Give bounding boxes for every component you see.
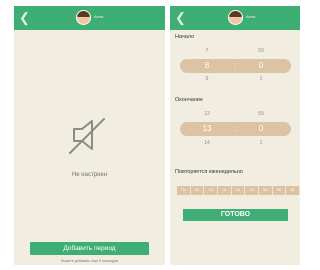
repeat-label: Повторяется еженедельно — [175, 169, 243, 175]
day-toggle[interactable]: Вт — [190, 186, 205, 195]
note-text-before: Можете добавить еще — [60, 259, 100, 263]
start-minute-next[interactable]: 1 — [251, 76, 271, 82]
day-toggle[interactable]: Вт — [286, 186, 300, 195]
end-minute-next[interactable]: 1 — [251, 140, 271, 146]
muted-bell-icon — [69, 118, 105, 154]
end-time-picker[interactable]: 13 : 0 — [180, 122, 291, 136]
back-arrow-icon[interactable]: ❮ — [175, 9, 186, 27]
day-toggle[interactable]: Чт — [218, 186, 232, 195]
edit-period-screen: ❮ Анна Начало 7 59 8 : 0 9 1 Окончание 1… — [170, 6, 300, 265]
day-toggle[interactable]: Ср — [204, 186, 219, 195]
header-username: Анна — [246, 14, 256, 19]
day-toggle[interactable]: Пт — [231, 186, 246, 195]
end-hour-next[interactable]: 14 — [197, 140, 217, 146]
end-minute-prev[interactable]: 59 — [251, 111, 271, 117]
end-minute-value[interactable]: 0 — [251, 122, 271, 136]
note-text-after: периодов — [101, 259, 119, 263]
header-bar: ❮ Анна — [170, 6, 300, 30]
day-toggle[interactable]: Пн — [272, 186, 287, 195]
end-hour-value[interactable]: 13 — [197, 122, 217, 136]
end-label: Окончание — [175, 97, 203, 103]
day-toggle[interactable]: Пн — [177, 186, 191, 195]
add-period-button[interactable]: Добавить период — [30, 242, 149, 255]
avatar[interactable] — [228, 10, 243, 25]
day-toggle[interactable]: Сб — [245, 186, 260, 195]
empty-state-text: Не настроен — [71, 172, 108, 178]
start-hour-value[interactable]: 8 — [197, 59, 217, 73]
start-hour-next[interactable]: 9 — [197, 76, 217, 82]
remaining-periods-note: Можете добавить еще 5 периодов — [14, 259, 165, 263]
header-username: Анна — [94, 14, 104, 19]
avatar[interactable] — [76, 10, 91, 25]
start-time-picker[interactable]: 8 : 0 — [180, 59, 291, 73]
empty-schedule-screen: ❮ Анна Не настроен Добавить период Может… — [14, 6, 165, 265]
weekday-selector: Пн Вт Ср Чт Пт Сб Вс Пн Вт — [177, 186, 300, 195]
header-bar: ❮ Анна — [14, 6, 165, 30]
start-time-separator: : — [233, 61, 237, 70]
start-hour-prev[interactable]: 7 — [197, 48, 217, 54]
end-hour-prev[interactable]: 12 — [197, 111, 217, 117]
start-label: Начало — [175, 34, 195, 40]
start-minute-prev[interactable]: 59 — [251, 48, 271, 54]
done-button[interactable]: ГОТОВО — [183, 209, 288, 221]
back-arrow-icon[interactable]: ❮ — [19, 9, 30, 27]
day-toggle[interactable]: Вс — [259, 186, 273, 195]
end-time-separator: : — [233, 124, 237, 133]
start-minute-value[interactable]: 0 — [251, 59, 271, 73]
